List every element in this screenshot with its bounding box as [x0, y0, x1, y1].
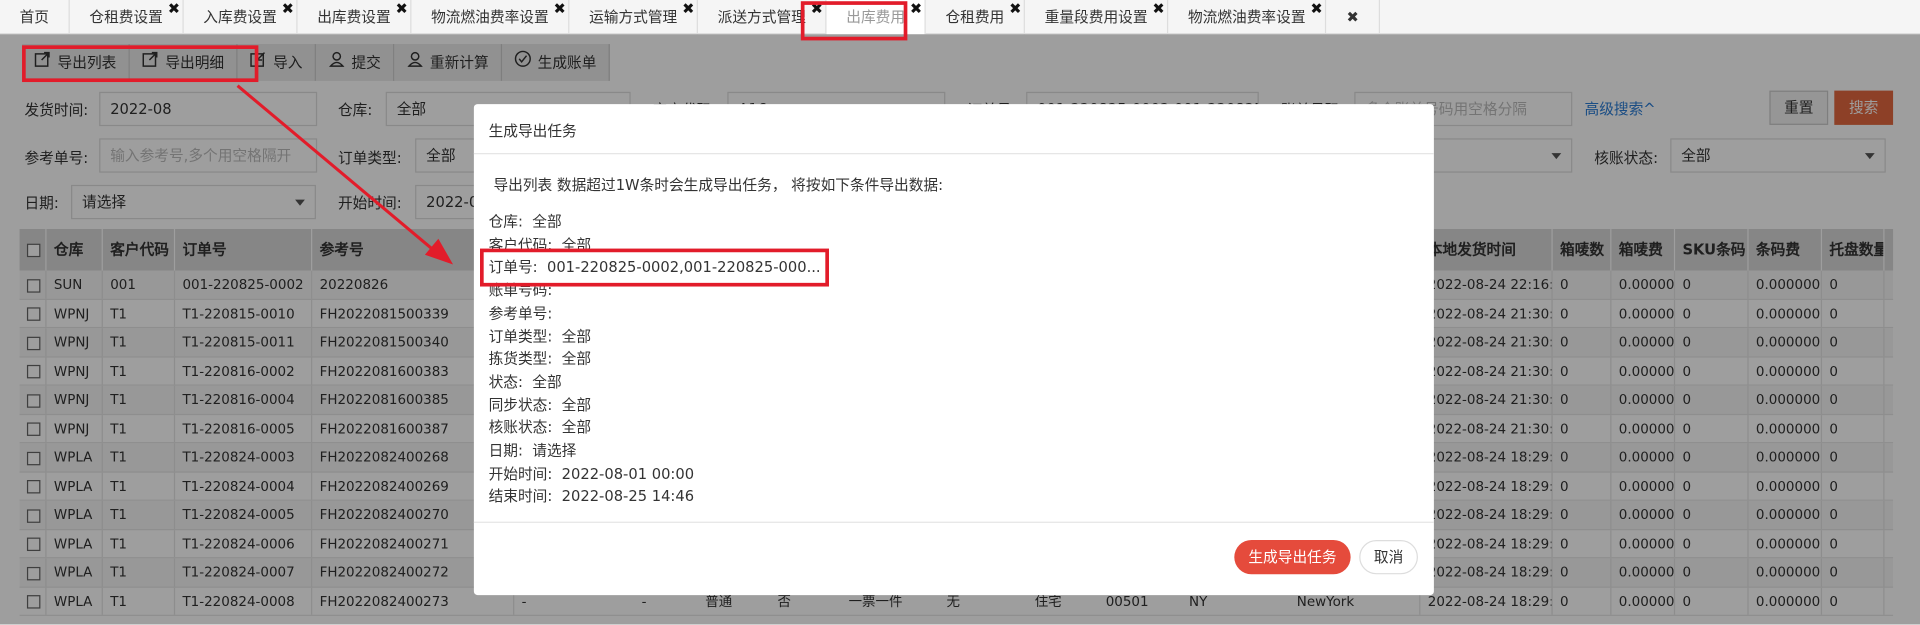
screenshot-stage: 首页 仓租费设置 ✖ 入库费设置 ✖ 出库费设置 ✖ 物流燃油费率设置 ✖ 运输方式管理 ✖ 派送方式… — [0, 0, 1920, 625]
annotation-arrow — [236, 84, 454, 265]
